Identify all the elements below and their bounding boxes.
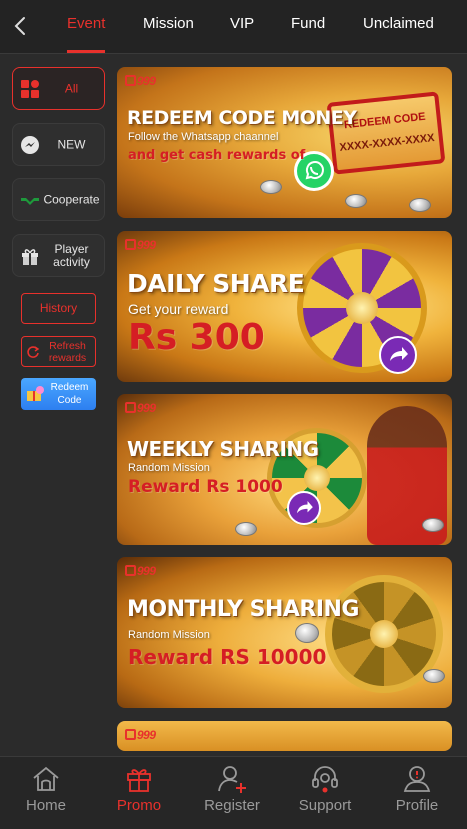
banner-weekly-sharing[interactable]: 999 WEEKLY SHARING Random Mission Reward…	[117, 394, 452, 545]
nav-label: Home	[25, 797, 66, 814]
banner-subtitle: Follow the Whatsapp chaannel	[128, 131, 279, 143]
redeem-code-button[interactable]: Redeem Code	[21, 378, 96, 410]
share-arrow-icon	[287, 491, 321, 525]
banner-subtitle: Get your reward	[128, 301, 229, 317]
bottom-nav-bar: Home Promo Register Support Profile	[0, 756, 467, 829]
gift-icon	[127, 769, 151, 792]
app-root: Event Mission VIP Fund Unclaimed All NEW…	[0, 0, 467, 829]
banner-subtitle: Random Mission	[128, 462, 210, 474]
banner-daily-share[interactable]: 999 DAILY SHARE Get your reward Rs 300	[117, 231, 452, 382]
nav-promo[interactable]: Promo	[99, 763, 179, 823]
sidebar-item-label: NEW	[57, 137, 86, 151]
profile-icon	[403, 766, 431, 792]
grid-icon	[21, 79, 39, 98]
redeem-gift-icon	[27, 386, 44, 401]
banner-title: MONTHLY SHARING	[127, 597, 360, 622]
messenger-icon	[21, 135, 39, 154]
top-tab-bar: Event Mission VIP Fund Unclaimed	[0, 0, 467, 54]
banner-reward-text: Rs 300	[128, 317, 265, 358]
nav-label: Promo	[116, 797, 162, 814]
handshake-icon	[21, 197, 39, 205]
redeem-code-label: Redeem Code	[50, 382, 89, 406]
brand-logo: 999	[125, 238, 156, 252]
nav-label: Support	[298, 797, 352, 814]
home-icon	[33, 766, 59, 791]
back-button[interactable]	[10, 14, 32, 38]
brand-logo: 999	[125, 74, 156, 88]
history-button[interactable]: History	[21, 293, 96, 324]
coin-icon	[260, 180, 282, 194]
banner-title: DAILY SHARE	[127, 269, 305, 298]
tab-mission[interactable]: Mission	[143, 15, 194, 32]
headset-icon	[312, 766, 338, 793]
share-arrow-icon	[379, 336, 417, 374]
coin-icon	[422, 518, 444, 532]
banner-reward-text: and get cash rewards of	[128, 148, 306, 163]
coin-icon	[295, 623, 319, 643]
tab-vip[interactable]: VIP	[230, 15, 254, 32]
coin-icon	[235, 522, 257, 536]
sidebar-item-all[interactable]: All	[12, 67, 105, 110]
banner-title: REDEEM CODE MONEY	[127, 107, 357, 129]
coin-icon	[423, 669, 445, 683]
refresh-rewards-label: Refresh rewards	[48, 340, 87, 364]
nav-support[interactable]: Support	[285, 763, 365, 823]
coin-icon	[409, 198, 431, 212]
sidebar-item-label: Cooperate	[43, 192, 100, 206]
sidebar-item-player-activity[interactable]: Player activity	[12, 234, 105, 277]
banner-monthly-sharing[interactable]: 999 MONTHLY SHARING Random Mission Rewar…	[117, 557, 452, 708]
chevron-left-icon	[14, 17, 25, 35]
add-user-icon	[218, 766, 246, 793]
nav-label: Profile	[395, 797, 439, 814]
wheel-hub	[346, 292, 378, 324]
wheel-hub	[370, 620, 398, 648]
tab-unclaimed[interactable]: Unclaimed	[363, 15, 434, 32]
sidebar-item-new[interactable]: NEW	[12, 123, 105, 166]
ticket-code: XXXX-XXXX-XXXX	[338, 131, 436, 154]
banner-reward-text: Reward RS 10000	[128, 645, 327, 669]
sidebar-item-cooperate[interactable]: Cooperate	[12, 178, 105, 221]
brand-logo: 999	[125, 564, 156, 578]
banner-reward-text: Reward Rs 1000	[128, 477, 283, 497]
nav-label: Register	[204, 797, 260, 814]
coin-icon	[345, 194, 367, 208]
nav-register[interactable]: Register	[192, 763, 272, 823]
tab-fund[interactable]: Fund	[291, 15, 325, 32]
brand-logo: 999	[125, 401, 156, 415]
banner-redeem-code-money[interactable]: 999 REDEEM CODE XXXX-XXXX-XXXX REDEEM CO…	[117, 67, 452, 218]
refresh-icon	[27, 346, 40, 358]
redeem-ticket-graphic: REDEEM CODE XXXX-XXXX-XXXX	[326, 91, 446, 175]
active-tab-indicator	[67, 50, 105, 53]
wheel-hub	[304, 465, 330, 491]
nav-home[interactable]: Home	[6, 763, 86, 823]
sidebar-item-label: All	[64, 81, 79, 95]
gift-icon	[22, 248, 38, 265]
banner-title: WEEKLY SHARING	[127, 437, 319, 461]
tab-event[interactable]: Event	[67, 15, 105, 32]
brand-logo: 999	[125, 728, 156, 742]
banner-subtitle: Random Mission	[128, 629, 210, 641]
nav-profile[interactable]: Profile	[377, 763, 457, 823]
refresh-rewards-button[interactable]: Refresh rewards	[21, 336, 96, 367]
banner-partial[interactable]: 999	[117, 721, 452, 751]
sidebar-item-label: Player activity	[53, 241, 90, 269]
